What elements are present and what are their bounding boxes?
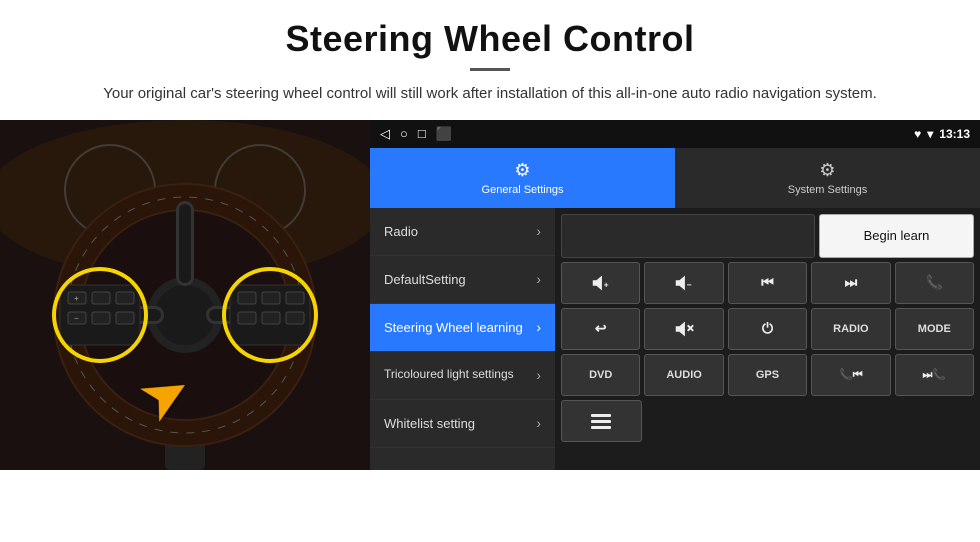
menu-tricoloured-label: Tricoloured light settings bbox=[384, 367, 514, 383]
learn-input[interactable] bbox=[561, 214, 815, 258]
unit-body: Radio › DefaultSetting › Steering Wheel … bbox=[370, 208, 980, 470]
nav-icons: ◁ ○ □ ⬛ bbox=[380, 126, 452, 142]
subtitle: Your original car's steering wheel contr… bbox=[60, 83, 920, 106]
mute-button[interactable] bbox=[644, 308, 723, 350]
menu-default-label: DefaultSetting bbox=[384, 272, 466, 287]
title-divider bbox=[470, 68, 510, 71]
tab-general[interactable]: ⚙ General Settings bbox=[370, 148, 675, 208]
hang-up-button[interactable]: ↩ bbox=[561, 308, 640, 350]
chevron-right-icon: › bbox=[536, 319, 541, 335]
menu-item-radio[interactable]: Radio › bbox=[370, 208, 555, 256]
status-bar: ◁ ○ □ ⬛ ♥ ▾ 13:13 bbox=[370, 120, 980, 148]
gps-button[interactable]: GPS bbox=[728, 354, 807, 396]
mode-button[interactable]: MODE bbox=[895, 308, 974, 350]
svg-text:−: − bbox=[74, 314, 79, 323]
menu-list: Radio › DefaultSetting › Steering Wheel … bbox=[370, 208, 555, 470]
menu-steering-label: Steering Wheel learning bbox=[384, 320, 523, 335]
chevron-right-icon: › bbox=[536, 367, 541, 383]
tab-general-label: General Settings bbox=[482, 184, 564, 196]
list-button[interactable] bbox=[561, 400, 642, 442]
tab-system[interactable]: ⚙ System Settings bbox=[675, 148, 980, 208]
chevron-right-icon: › bbox=[536, 415, 541, 431]
menu-item-steering[interactable]: Steering Wheel learning › bbox=[370, 304, 555, 352]
menu-item-default[interactable]: DefaultSetting › bbox=[370, 256, 555, 304]
volume-down-button[interactable]: − bbox=[644, 262, 723, 304]
volume-up-button[interactable]: + bbox=[561, 262, 640, 304]
phone-next-button[interactable]: ⏭📞 bbox=[895, 354, 974, 396]
menu-whitelist-label: Whitelist setting bbox=[384, 416, 475, 431]
tab-bar: ⚙ General Settings ⚙ System Settings bbox=[370, 148, 980, 208]
recents-icon[interactable]: □ bbox=[418, 126, 426, 141]
begin-learn-button[interactable]: Begin learn bbox=[819, 214, 974, 258]
control-buttons-row1: + − ⏮ ⏭ 📞 bbox=[561, 262, 974, 304]
signal-icon: ▾ bbox=[927, 127, 933, 141]
menu-item-whitelist[interactable]: Whitelist setting › bbox=[370, 400, 555, 448]
menu-item-tricoloured[interactable]: Tricoloured light settings › bbox=[370, 352, 555, 400]
svg-text:+: + bbox=[74, 294, 79, 303]
audio-button[interactable]: AUDIO bbox=[644, 354, 723, 396]
svg-text:+: + bbox=[603, 280, 608, 289]
back-icon[interactable]: ◁ bbox=[380, 126, 390, 142]
controls-panel: Begin learn + − bbox=[555, 208, 980, 470]
steering-wheel-image: + − ➤ bbox=[0, 120, 370, 470]
status-info: ♥ ▾ 13:13 bbox=[914, 127, 970, 141]
phone-prev-button[interactable]: 📞⏮ bbox=[811, 354, 890, 396]
control-buttons-row4 bbox=[561, 400, 974, 442]
menu-radio-label: Radio bbox=[384, 224, 418, 239]
prev-track-button[interactable]: ⏮ bbox=[728, 262, 807, 304]
cast-icon[interactable]: ⬛ bbox=[436, 126, 452, 142]
control-buttons-row3: DVD AUDIO GPS 📞⏮ ⏭📞 bbox=[561, 354, 974, 396]
top-section: Steering Wheel Control Your original car… bbox=[0, 0, 980, 120]
chevron-right-icon: › bbox=[536, 223, 541, 239]
system-settings-icon: ⚙ bbox=[819, 160, 835, 181]
control-buttons-row2: ↩ ⏻ RADIO MODE bbox=[561, 308, 974, 350]
head-unit: ◁ ○ □ ⬛ ♥ ▾ 13:13 ⚙ General Settings ⚙ S… bbox=[370, 120, 980, 470]
dvd-button[interactable]: DVD bbox=[561, 354, 640, 396]
begin-learn-row: Begin learn bbox=[561, 214, 974, 258]
main-content: + − ➤ ◁ ○ □ ⬛ bbox=[0, 120, 980, 470]
chevron-right-icon: › bbox=[536, 271, 541, 287]
next-track-button[interactable]: ⏭ bbox=[811, 262, 890, 304]
general-settings-icon: ⚙ bbox=[514, 160, 530, 181]
location-icon: ♥ bbox=[914, 127, 921, 141]
power-button[interactable]: ⏻ bbox=[728, 308, 807, 350]
radio-button[interactable]: RADIO bbox=[811, 308, 890, 350]
page-title: Steering Wheel Control bbox=[60, 18, 920, 60]
clock: 13:13 bbox=[939, 127, 970, 141]
tab-system-label: System Settings bbox=[788, 184, 867, 196]
home-icon[interactable]: ○ bbox=[400, 126, 408, 141]
phone-button[interactable]: 📞 bbox=[895, 262, 974, 304]
svg-text:−: − bbox=[687, 280, 692, 289]
